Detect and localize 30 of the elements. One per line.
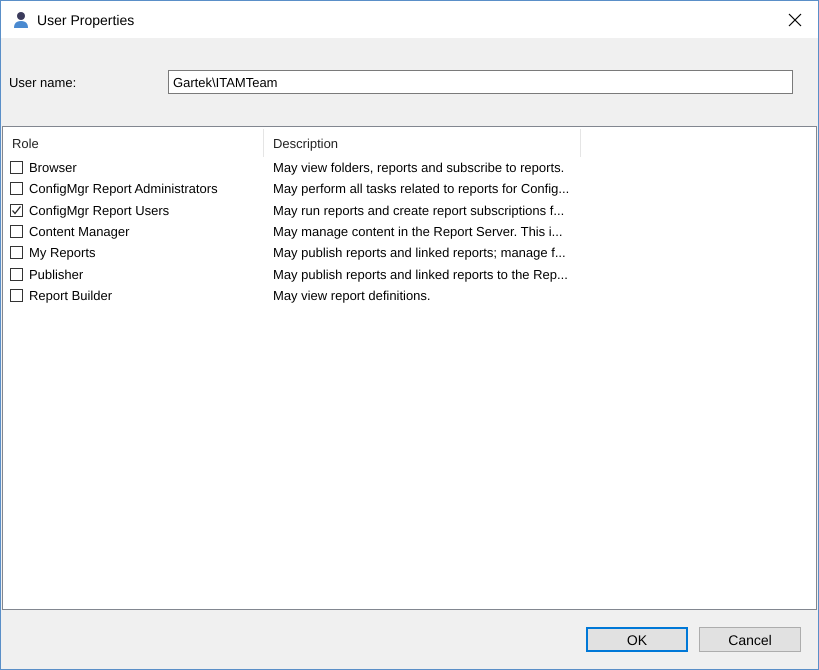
role-checkbox[interactable] — [10, 268, 23, 281]
role-name: Publisher — [29, 266, 84, 282]
user-name-field[interactable]: Gartek\ITAMTeam — [168, 70, 793, 94]
role-checkbox[interactable] — [10, 246, 23, 260]
role-name: My Reports — [29, 245, 96, 260]
user-name-label: User name: — [9, 74, 78, 90]
role-description: May view folders, reports and subscribe to reports. — [272, 160, 564, 176]
role-name: ConfigMgr Report Administrators — [29, 181, 218, 196]
role-checkbox[interactable] — [10, 225, 23, 238]
user-icon — [13, 10, 29, 28]
role-description: May manage content in the Report Server. This i... — [272, 224, 563, 240]
role-name: ConfigMgr Report Users — [29, 202, 170, 218]
role-name: Browser — [29, 160, 77, 176]
role-checkbox[interactable] — [10, 182, 23, 196]
role-description: May perform all tasks related to reports for Config... — [272, 181, 570, 196]
role-checkbox[interactable] — [10, 161, 23, 174]
role-name: Report Builder — [29, 288, 112, 303]
role-description: May view report definitions. — [272, 288, 431, 303]
role-name: Content Manager — [29, 224, 130, 240]
role-description: May publish reports and linked reports to the Rep... — [272, 266, 568, 282]
ok-button[interactable]: OK — [586, 627, 688, 652]
close-icon — [788, 12, 802, 26]
role-checkbox[interactable] — [10, 288, 23, 302]
column-header[interactable]: Role — [3, 129, 264, 157]
role-checkbox[interactable] — [10, 204, 23, 217]
column-header[interactable]: Description — [264, 129, 581, 157]
role-description: May publish reports and linked reports; manage f... — [272, 245, 566, 260]
role-description: May run reports and create report subscriptions f... — [272, 202, 564, 218]
window-title: User Properties — [37, 12, 136, 28]
cancel-button[interactable]: Cancel — [699, 627, 801, 652]
